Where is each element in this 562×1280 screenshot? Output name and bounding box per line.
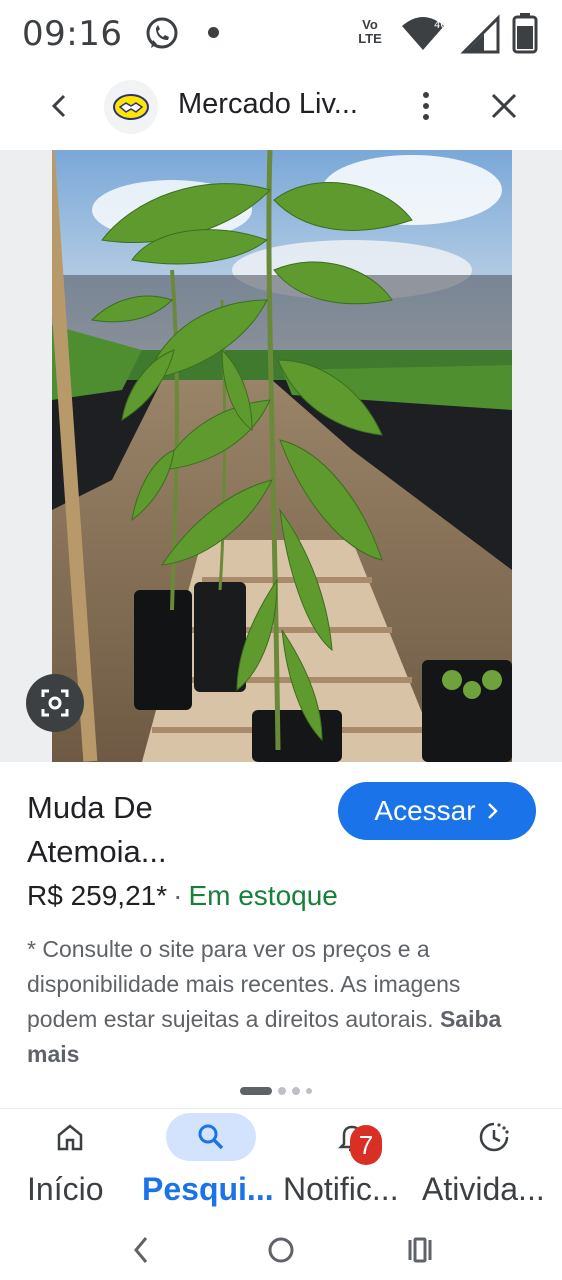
mercado-livre-logo: [104, 80, 158, 134]
pagination-indicator: [240, 1086, 312, 1096]
price-separator: ·: [173, 880, 183, 911]
search-icon: [198, 1124, 224, 1150]
nav-item-activity[interactable]: Ativida...: [420, 1109, 562, 1221]
visit-site-button[interactable]: Acessar: [338, 782, 536, 840]
app-header: Mercado Liv...: [0, 70, 562, 146]
product-price: R$ 259,21*: [27, 880, 168, 911]
lens-search-button[interactable]: [26, 674, 84, 732]
battery-icon: [512, 13, 538, 54]
nav-label-search: Pesqui...: [142, 1171, 274, 1207]
visit-site-label: Acessar: [374, 795, 476, 826]
page-dot: [278, 1087, 286, 1095]
product-title-line-1: Muda De: [27, 790, 153, 825]
back-arrow-icon[interactable]: [38, 84, 82, 128]
product-title: Muda De Atemoia...: [27, 786, 327, 874]
product-image[interactable]: [52, 150, 512, 762]
system-recents-icon[interactable]: [396, 1226, 444, 1274]
handshake-icon: [113, 94, 149, 120]
product-image-container: [0, 150, 562, 762]
disclaimer-text: * Consulte o site para ver os preços e a…: [27, 932, 537, 1072]
activity-icon: [479, 1122, 509, 1152]
site-title: Mercado Liv...: [178, 88, 358, 120]
volte-icon: Vo LTE: [354, 18, 386, 46]
stock-status: Em estoque: [188, 880, 338, 911]
nav-label-home: Início: [27, 1171, 104, 1207]
system-nav-bar: [0, 1220, 562, 1280]
notification-dot-icon: [208, 27, 219, 38]
home-icon: [57, 1124, 83, 1151]
disclaimer-body: * Consulte o site para ver os preços e a…: [27, 936, 461, 1032]
signal-icon: [460, 14, 500, 54]
page-dot-active: [240, 1087, 272, 1095]
system-home-icon[interactable]: [257, 1226, 305, 1274]
status-time: 09:16: [22, 14, 123, 54]
volte-label-bottom: LTE: [358, 31, 382, 46]
close-icon[interactable]: [482, 84, 526, 128]
nav-item-notifications[interactable]: Notific...: [280, 1109, 420, 1221]
more-vert-icon[interactable]: [404, 84, 448, 128]
price-line: R$ 259,21* · Em estoque: [27, 880, 338, 912]
chevron-right-icon: [487, 803, 498, 819]
camera-lens-icon: [41, 689, 69, 717]
wifi-icon: 4G: [402, 17, 446, 50]
status-bar: 09:16 Vo LTE 4G: [0, 0, 562, 70]
bottom-nav: Início Pesqui... Notific... 7 Ativida...: [0, 1108, 562, 1220]
page-dot: [292, 1087, 300, 1095]
nav-item-home[interactable]: Início: [0, 1109, 140, 1221]
volte-label-top: Vo: [362, 17, 378, 32]
product-title-line-2: Atemoia...: [27, 834, 167, 869]
notification-count-badge: 7: [350, 1125, 382, 1165]
page-dot: [306, 1088, 312, 1094]
system-back-icon[interactable]: [118, 1226, 166, 1274]
nav-label-notifications: Notific...: [283, 1171, 399, 1207]
nav-item-search[interactable]: Pesqui...: [140, 1109, 280, 1221]
nav-label-activity: Ativida...: [422, 1171, 545, 1207]
whatsapp-icon: [146, 17, 178, 49]
